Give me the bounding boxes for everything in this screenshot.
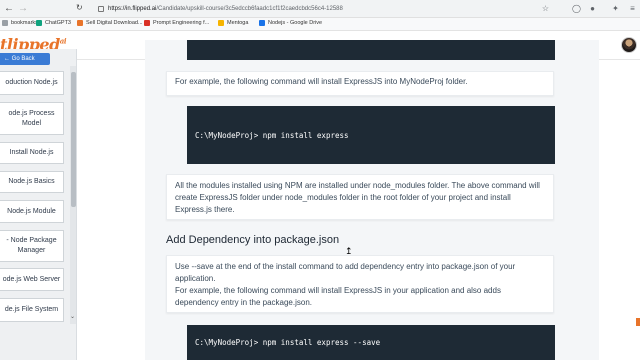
note-text: For example, the following command will … xyxy=(175,77,468,86)
note-box: For example, the following command will … xyxy=(166,71,554,96)
code-text: C:\MyNodeProj> npm install express --sav… xyxy=(195,338,381,347)
avatar[interactable] xyxy=(621,37,637,53)
reload-icon[interactable]: ↻ xyxy=(76,3,83,12)
code-block: C:\MyNodeProj> npm install express xyxy=(187,106,555,164)
code-block: C:\MyNodeProj> npm install express --sav… xyxy=(187,325,555,360)
menu-icon[interactable]: ≡ xyxy=(627,3,638,14)
folder-icon xyxy=(2,20,8,26)
note-text: Use --save at the end of the install com… xyxy=(175,262,516,283)
note-text: All the modules installed using NPM are … xyxy=(175,181,540,214)
sidebar-footer xyxy=(0,333,77,360)
prompt-icon xyxy=(144,20,150,26)
bookmark-item[interactable]: Prompt Engineering f... xyxy=(144,20,209,26)
side-tab-marker[interactable] xyxy=(636,318,640,326)
extensions-icon[interactable]: ✦ xyxy=(610,3,621,14)
section-heading: Add Dependency into package.json xyxy=(166,234,340,246)
url-path: /Candidate/upskill-course/3c5edccb6faadc… xyxy=(156,6,343,12)
go-back-button[interactable]: ← Go Back xyxy=(0,53,50,65)
back-arrow-icon[interactable]: ← xyxy=(4,3,14,14)
note-text: For example, the following command will … xyxy=(175,286,501,307)
drive-icon xyxy=(259,20,265,26)
lock-icon xyxy=(98,6,104,12)
note-box: Use --save at the end of the install com… xyxy=(166,255,554,313)
bookmark-item[interactable]: Mentoga xyxy=(218,20,248,26)
note-box: All the modules installed using NPM are … xyxy=(166,174,554,220)
url-host: https://in.flipped.ai xyxy=(108,6,157,12)
chatgpt-icon xyxy=(36,20,42,26)
code-block-partial xyxy=(187,40,555,60)
code-text: C:\MyNodeProj> npm install express xyxy=(195,130,349,140)
forward-arrow-icon[interactable]: → xyxy=(18,3,28,14)
scrollbar-thumb[interactable] xyxy=(71,72,76,207)
sidebar-item-file-system[interactable]: de.js File System xyxy=(0,298,64,322)
bookmark-item[interactable]: Sell Digital Download... xyxy=(77,20,143,26)
mentoga-icon xyxy=(218,20,224,26)
browser-address-bar: ← → ↻ https://in.flipped.ai/Candidate/up… xyxy=(0,0,640,18)
sidebar-item-install[interactable]: Install Node.js xyxy=(0,142,64,164)
sidebar-item-process-model[interactable]: ode.js Process Model xyxy=(0,102,64,135)
sidebar-item-basics[interactable]: Node.js Basics xyxy=(0,171,64,193)
sidebar-item-intro[interactable]: oduction Node.js xyxy=(0,71,64,95)
sidebar-item-web-server[interactable]: ode.js Web Server xyxy=(0,268,64,291)
url-field[interactable]: https://in.flipped.ai/Candidate/upskill-… xyxy=(98,3,550,15)
shield-icon[interactable]: ◯ xyxy=(571,3,582,14)
chevron-down-icon[interactable]: ⌄ xyxy=(70,313,75,320)
star-icon[interactable]: ☆ xyxy=(540,3,551,14)
bookmark-item[interactable]: ChatGPT3 xyxy=(36,20,71,26)
sidebar-item-npm[interactable]: - Node Package Manager xyxy=(0,230,64,262)
store-icon xyxy=(77,20,83,26)
sidebar-item-module[interactable]: Node.js Module xyxy=(0,200,64,223)
bookmarks-bar: bookmarks... ChatGPT3 Sell Digital Downl… xyxy=(0,18,640,31)
bookmark-item[interactable]: Nodejs - Google Drive xyxy=(259,20,322,26)
account-icon[interactable]: ● xyxy=(587,3,598,14)
